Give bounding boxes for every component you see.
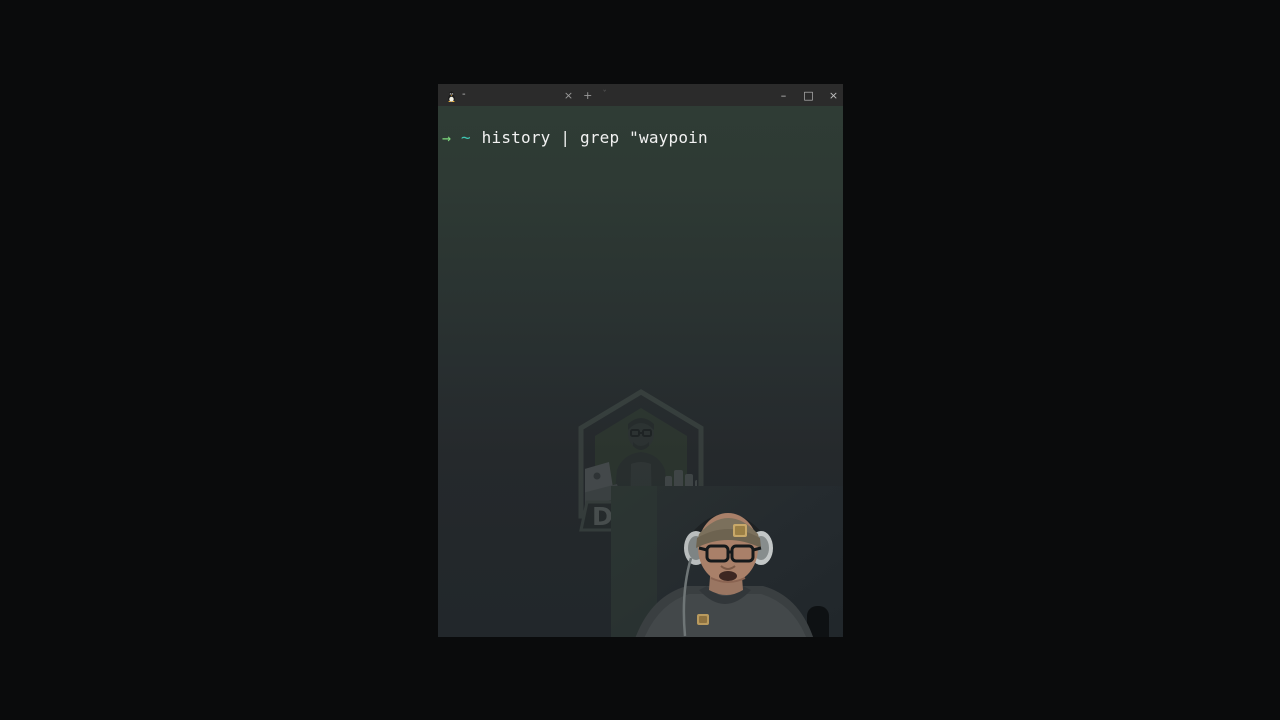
- webcam-overlay: [611, 486, 843, 637]
- tux-penguin-icon: [446, 89, 457, 103]
- chevron-down-icon[interactable]: ˇ: [602, 90, 607, 101]
- maximize-icon[interactable]: □: [803, 90, 814, 101]
- terminal-body[interactable]: DEV HULK → ~ history | grep "waypoin: [438, 106, 843, 637]
- video-frame: - × + ˇ – □ × → ~ history | grep "waypoi…: [438, 84, 843, 637]
- close-tab-icon[interactable]: ×: [564, 90, 573, 101]
- shell-prompt-line[interactable]: → ~ history | grep "waypoin: [442, 128, 708, 148]
- close-window-icon[interactable]: ×: [828, 90, 839, 101]
- tab-title: -: [462, 89, 466, 100]
- tab-controls: × + ˇ: [564, 90, 607, 101]
- terminal-window: - × + ˇ – □ × → ~ history | grep "waypoi…: [438, 84, 843, 637]
- screen: - × + ˇ – □ × → ~ history | grep "waypoi…: [0, 0, 1280, 720]
- window-controls: – □ ×: [778, 84, 839, 106]
- new-tab-icon[interactable]: +: [583, 90, 592, 101]
- minimize-icon[interactable]: –: [778, 90, 789, 101]
- titlebar: - × + ˇ – □ ×: [438, 84, 843, 106]
- prompt-arrow-icon: →: [442, 129, 452, 147]
- command-input[interactable]: history | grep "waypoin: [482, 128, 708, 148]
- prompt-path: ~: [461, 128, 471, 147]
- terminal-tab[interactable]: -: [444, 84, 472, 106]
